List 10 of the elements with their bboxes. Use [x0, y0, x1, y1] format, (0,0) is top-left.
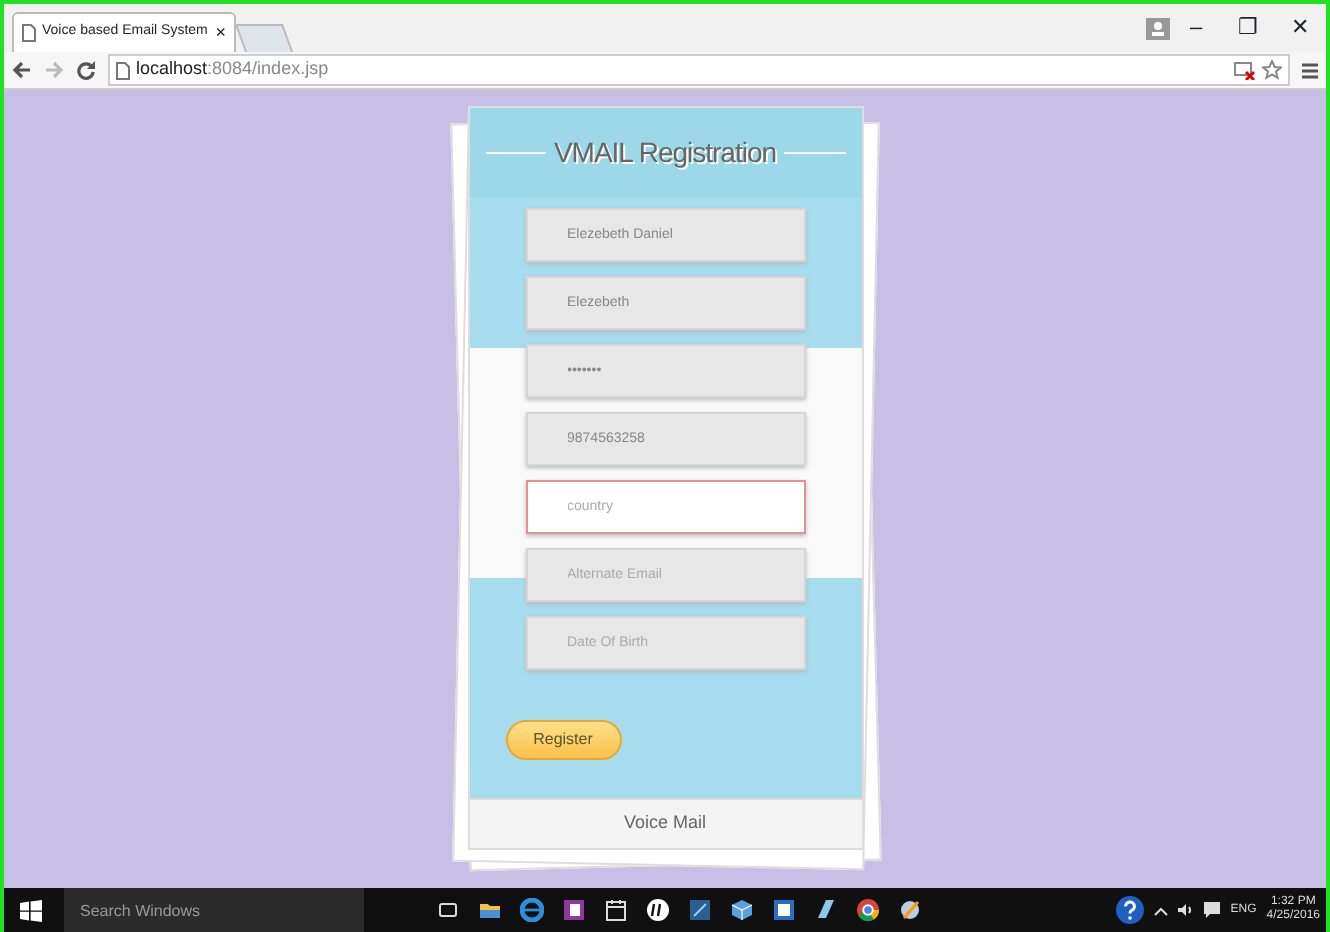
close-button[interactable]: ✕: [1274, 11, 1326, 45]
tab-close-button[interactable]: ×: [215, 19, 226, 47]
register-button[interactable]: Register: [505, 720, 621, 760]
address-bar[interactable]: localhost:8084/index.jsp: [108, 54, 1290, 86]
footer-text: Voice Mail: [469, 798, 861, 848]
url-text: localhost:8084/index.jsp: [136, 56, 329, 83]
form-title: VMAIL Registration: [553, 134, 777, 172]
minimize-button[interactable]: –: [1170, 11, 1222, 45]
search-field[interactable]: Search Windows: [64, 888, 364, 932]
restore-button[interactable]: ❐: [1222, 11, 1274, 45]
